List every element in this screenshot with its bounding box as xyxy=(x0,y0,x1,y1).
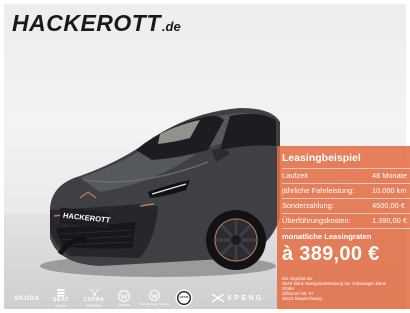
monthly-price: à 389,00 € xyxy=(282,243,380,265)
leasing-row: Sonderzahlung: 4500,00 € xyxy=(282,201,410,213)
row-value: 10.000 km xyxy=(372,186,407,195)
row-value: 48 Monate xyxy=(372,171,407,180)
cupra-icon xyxy=(87,288,101,297)
row-value: 1.390,00 € xyxy=(372,216,407,225)
leasing-row: Überführungskosten: 1.390,00 € xyxy=(282,216,410,228)
car-image xyxy=(40,108,280,277)
logo-domain-suffix: .de xyxy=(161,19,181,34)
seat-s-icon xyxy=(57,289,65,297)
vw-icon xyxy=(118,289,130,302)
brand-logo-strip: SKODA SEAT Service CUPRA SERVICE Service xyxy=(4,286,277,310)
plate-text: HACKEROTT xyxy=(63,210,111,225)
row-label: Sonderzahlung: xyxy=(282,201,334,210)
divider xyxy=(282,198,410,199)
seat-logo: SEAT Service xyxy=(48,286,74,310)
row-label: jährliche Fahrleistung: xyxy=(282,186,355,195)
dealer-logo: HACKEROTT .de xyxy=(12,10,181,37)
leasing-row: Laufzeit 48 Monate xyxy=(282,171,410,183)
xpeng-logo: XPENG xyxy=(202,286,274,310)
divider xyxy=(282,228,410,229)
vw-logo: Service xyxy=(112,286,136,310)
row-label: Laufzeit xyxy=(282,171,308,180)
divider xyxy=(282,183,410,184)
cupra-logo: CUPRA SERVICE xyxy=(80,286,108,310)
row-value: 4500,00 € xyxy=(372,201,405,210)
leasing-title: Leasingbeispiel xyxy=(282,152,361,164)
skoda-logo: SKODA xyxy=(14,294,40,302)
monthly-rate-label: monatliche Leasingraten xyxy=(282,232,372,241)
divider xyxy=(282,168,410,169)
divider xyxy=(282,213,410,214)
leasing-row: jährliche Fahrleistung: 10.000 km xyxy=(282,186,410,198)
leasing-panel: Leasingbeispiel Laufzeit 48 Monate jährl… xyxy=(277,146,410,309)
image-frame: HACKEROTT .de HACKEROTT Leasingbeispiel … xyxy=(0,0,410,313)
vw-icon xyxy=(148,290,160,301)
logo-main-text: HACKEROTT xyxy=(12,10,161,36)
vw-nutzfahrzeuge-logo: Nutzfahrzeuge Service xyxy=(139,286,169,310)
row-label: Überführungskosten: xyxy=(282,216,351,225)
lotus-logo: LOTUS xyxy=(172,286,196,310)
xpeng-x-icon xyxy=(212,294,225,302)
offer-line: 38112 Braunschweig xyxy=(282,296,322,301)
lotus-text: LOTUS xyxy=(179,296,189,299)
offer-line: SEAT Bank Zweigniederlassung der Volkswa… xyxy=(282,281,386,286)
